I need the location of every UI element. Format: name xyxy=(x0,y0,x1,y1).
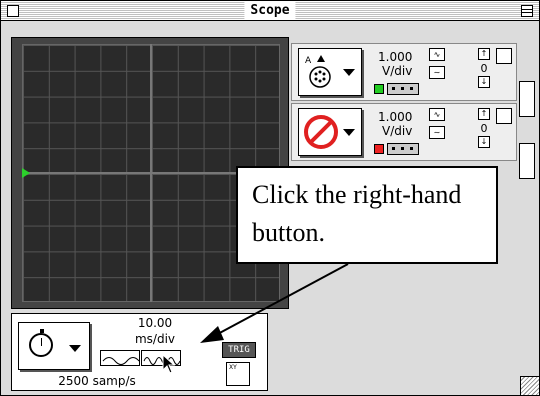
mouse-pointer-icon xyxy=(162,354,176,374)
annotation-callout: Click the right-hand button. xyxy=(236,166,498,264)
